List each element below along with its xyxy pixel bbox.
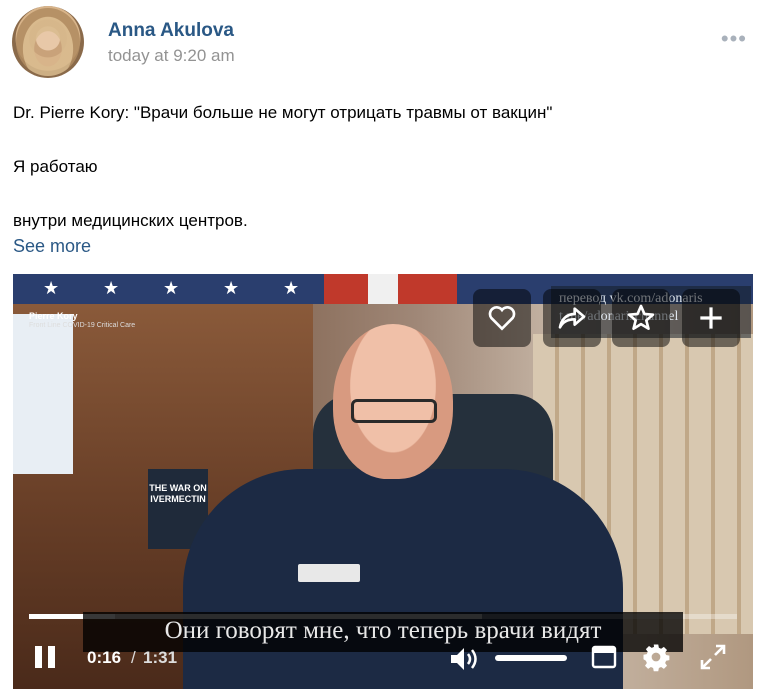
author-name[interactable]: Anna Akulova xyxy=(108,20,234,42)
fullscreen-icon[interactable] xyxy=(699,643,727,671)
shirt-logo xyxy=(298,564,360,582)
channel-subtitle: Front Line COVID-19 Critical Care xyxy=(29,322,136,329)
video-controls: 0:16 / 1:31 xyxy=(13,634,753,689)
favorite-button[interactable] xyxy=(612,289,670,347)
gear-icon[interactable] xyxy=(641,642,671,672)
star-shape: ★ xyxy=(103,278,120,298)
share-button[interactable] xyxy=(543,289,601,347)
pause-icon xyxy=(48,646,55,668)
video-player[interactable]: ★ ★ ★ ★ ★ THE WAR ON IVERMECTIN Pierre K… xyxy=(13,274,753,689)
star-shape: ★ xyxy=(283,278,300,298)
see-more-link[interactable]: See more xyxy=(13,236,91,257)
like-button[interactable] xyxy=(473,289,531,347)
volume-icon[interactable] xyxy=(448,644,480,674)
post-text-line: Я работаю xyxy=(13,157,98,176)
star-shape: ★ xyxy=(223,278,240,298)
avatar[interactable] xyxy=(12,6,84,78)
current-time: 0:16 xyxy=(87,648,122,667)
star-shape: ★ xyxy=(43,278,60,298)
heart-icon xyxy=(488,306,516,331)
post-text-line: внутри медицинских центров. xyxy=(13,211,248,230)
window-backdrop xyxy=(13,314,73,474)
total-time: 1:31 xyxy=(143,648,178,667)
avatar-hair xyxy=(16,8,80,76)
plus-icon xyxy=(700,307,722,329)
add-button[interactable] xyxy=(682,289,740,347)
more-dots-icon[interactable]: ••• xyxy=(721,28,747,50)
glasses xyxy=(351,399,437,423)
share-icon xyxy=(558,307,586,329)
post-text-line: Dr. Pierre Kory: "Врачи больше не могут … xyxy=(13,103,553,122)
pause-button[interactable] xyxy=(33,646,57,672)
channel-name: Pierre Kory xyxy=(29,311,78,321)
volume-slider[interactable] xyxy=(495,655,567,661)
time-separator: / xyxy=(131,648,136,667)
pause-icon xyxy=(35,646,42,668)
star-icon xyxy=(627,304,655,330)
pip-icon[interactable] xyxy=(591,644,617,670)
post-timestamp[interactable]: today at 9:20 am xyxy=(108,46,235,66)
star-shape: ★ xyxy=(163,278,180,298)
